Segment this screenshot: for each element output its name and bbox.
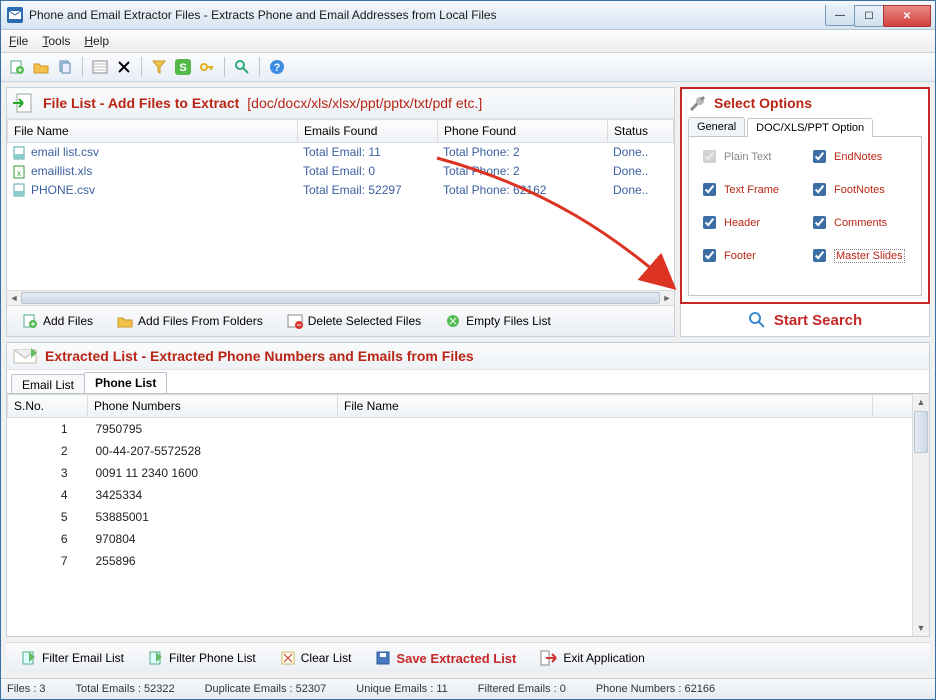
window-title: Phone and Email Extractor Files - Extrac…: [29, 8, 826, 22]
file-list-table: File Name Emails Found Phone Found Statu…: [7, 119, 674, 143]
opt-endnotes[interactable]: EndNotes: [809, 147, 911, 166]
copy-icon[interactable]: [55, 57, 75, 77]
opt-text-frame[interactable]: Text Frame: [699, 180, 801, 199]
filter-phone-button[interactable]: Filter Phone List: [139, 647, 265, 669]
save-list-button[interactable]: Save Extracted List: [366, 647, 525, 669]
delete-selected-button[interactable]: Delete Selected Files: [278, 310, 430, 332]
close-button[interactable]: ✕: [883, 5, 931, 27]
status-unique-emails: Unique Emails : 11: [356, 683, 448, 695]
tab-doc-option[interactable]: DOC/XLS/PPT Option: [747, 118, 873, 137]
result-row[interactable]: 30091 11 2340 1600: [8, 462, 913, 484]
opt-header[interactable]: Header: [699, 213, 801, 232]
result-row[interactable]: 200-44-207-5572528: [8, 440, 913, 462]
extracted-panel: Extracted List - Extracted Phone Numbers…: [6, 342, 930, 637]
status-phone-numbers: Phone Numbers : 62166: [596, 683, 715, 695]
result-row[interactable]: 7255896: [8, 550, 913, 572]
result-row[interactable]: 553885001: [8, 506, 913, 528]
key-icon[interactable]: [197, 57, 217, 77]
status-filtered-emails: Filtered Emails : 0: [478, 683, 566, 695]
col-phone[interactable]: Phone Found: [438, 120, 608, 143]
file-list-panel: File List - Add Files to Extract [doc/do…: [6, 87, 675, 337]
status-files: Files : 3: [7, 683, 46, 695]
svg-text:S: S: [179, 62, 186, 74]
tab-email-list[interactable]: Email List: [11, 374, 85, 395]
extracted-heading: Extracted List - Extracted Phone Numbers…: [45, 348, 474, 364]
result-row[interactable]: 17950795: [8, 418, 913, 441]
search-icon[interactable]: [232, 57, 252, 77]
filter-email-button[interactable]: Filter Email List: [12, 647, 133, 669]
menu-file[interactable]: File: [9, 34, 28, 48]
maximize-button[interactable]: ☐: [854, 5, 884, 27]
filter-icon[interactable]: [149, 57, 169, 77]
file-list-hscroll[interactable]: ◄►: [7, 290, 674, 305]
exit-button[interactable]: Exit Application: [531, 647, 653, 669]
opt-footnotes[interactable]: FootNotes: [809, 180, 911, 199]
menu-help[interactable]: Help: [84, 34, 109, 48]
options-heading: Select Options: [714, 95, 812, 111]
app-icon: [7, 7, 23, 23]
file-list-hint: [doc/docx/xls/xlsx/ppt/pptx/txt/pdf etc.…: [247, 95, 482, 111]
result-row[interactable]: 6970804: [8, 528, 913, 550]
add-files-button[interactable]: Add Files: [13, 310, 102, 332]
options-panel: Select Options General DOC/XLS/PPT Optio…: [680, 87, 930, 304]
svg-text:?: ?: [274, 62, 281, 74]
help-icon[interactable]: ?: [267, 57, 287, 77]
skype-icon[interactable]: S: [173, 57, 193, 77]
add-folder-icon[interactable]: [31, 57, 51, 77]
col-status[interactable]: Status: [608, 120, 674, 143]
add-folder-button[interactable]: Add Files From Folders: [108, 310, 272, 332]
empty-list-button[interactable]: Empty Files List: [436, 310, 560, 332]
opt-master-slides[interactable]: Master Slides: [809, 246, 911, 265]
list-icon[interactable]: [90, 57, 110, 77]
file-row[interactable]: xemaillist.xlsTotal Email: 0Total Phone:…: [7, 162, 674, 181]
col-emails[interactable]: Emails Found: [298, 120, 438, 143]
tab-phone-list[interactable]: Phone List: [84, 372, 167, 393]
file-row[interactable]: PHONE.csvTotal Email: 52297Total Phone: …: [7, 181, 674, 200]
toolbar: S ?: [1, 53, 935, 82]
tools-icon: [688, 93, 708, 113]
status-duplicate-emails: Duplicate Emails : 52307: [205, 683, 327, 695]
footer-toolbar: Filter Email List Filter Phone List Clea…: [6, 642, 930, 673]
envelope-icon: [13, 347, 37, 365]
statusbar: Files : 3 Total Emails : 52322 Duplicate…: [1, 678, 935, 699]
app-window: Phone and Email Extractor Files - Extrac…: [0, 0, 936, 700]
delete-icon[interactable]: [114, 57, 134, 77]
start-search-button[interactable]: Start Search: [680, 304, 930, 337]
col-file-name[interactable]: File Name: [338, 395, 873, 418]
opt-plain-text[interactable]: Plain Text: [699, 147, 801, 166]
arrow-import-icon: [13, 92, 35, 114]
titlebar: Phone and Email Extractor Files - Extrac…: [1, 1, 935, 30]
file-list-heading: File List - Add Files to Extract: [43, 95, 239, 111]
results-table: S.No. Phone Numbers File Name 1795079520…: [7, 394, 913, 572]
menubar: File Tools Help: [1, 30, 935, 53]
col-phone-numbers[interactable]: Phone Numbers: [88, 395, 338, 418]
results-vscroll[interactable]: ▲▼: [912, 394, 929, 636]
search-icon: [748, 311, 766, 329]
opt-footer[interactable]: Footer: [699, 246, 801, 265]
clear-list-button[interactable]: Clear List: [271, 647, 361, 669]
col-filename[interactable]: File Name: [8, 120, 298, 143]
menu-tools[interactable]: Tools: [42, 34, 70, 48]
file-row[interactable]: email list.csvTotal Email: 11Total Phone…: [7, 143, 674, 162]
status-total-emails: Total Emails : 52322: [76, 683, 175, 695]
opt-comments[interactable]: Comments: [809, 213, 911, 232]
minimize-button[interactable]: —: [825, 5, 855, 26]
col-sno[interactable]: S.No.: [8, 395, 88, 418]
svg-text:x: x: [17, 169, 21, 178]
result-row[interactable]: 43425334: [8, 484, 913, 506]
add-file-icon[interactable]: [7, 57, 27, 77]
tab-general[interactable]: General: [688, 117, 745, 136]
